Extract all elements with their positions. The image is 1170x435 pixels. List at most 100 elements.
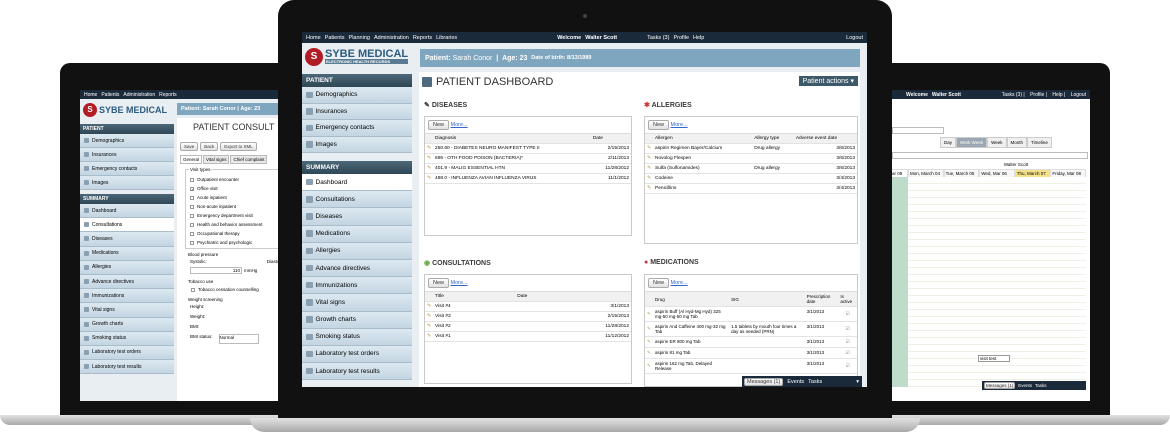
nav-planning[interactable]: Planning	[349, 35, 370, 41]
sidebar-item-emergency-contacts[interactable]: Emergency contacts	[302, 120, 412, 137]
sidebar-item-label: Advance directives	[315, 264, 371, 272]
table-row[interactable]: ✎ aspirin 162 mg Tab, Delayed Release 3/1/…	[645, 358, 857, 374]
table-row[interactable]: ✎ 695 - OTH FOOD POISON (BACTERIA)* 2/11/2…	[425, 153, 631, 164]
table-row[interactable]: ✎ Visit #2 11/28/2012	[425, 321, 631, 332]
table-row[interactable]: ✎ Sulfa (Sulfonamides) Drug allergy 3/6/201…	[645, 163, 857, 174]
table-row[interactable]: ✎ Visit #4 3/1/2013	[425, 301, 631, 312]
nav-patients[interactable]: Patients	[325, 35, 345, 41]
is-active-checkbox[interactable]: ☑	[838, 336, 857, 348]
nav-profile[interactable]: Profile	[673, 35, 689, 41]
edit-icon[interactable]: ✎	[645, 173, 654, 184]
column-header[interactable]: Allergy type	[752, 134, 794, 144]
edit-icon[interactable]: ✎	[425, 311, 434, 322]
nav-home[interactable]: Home	[306, 35, 321, 41]
diseases-more-link[interactable]: More...	[451, 122, 468, 128]
sidebar-item-immunizations[interactable]: Immunizations	[302, 277, 412, 295]
sidebar-item-medications[interactable]: Medications	[302, 225, 412, 243]
medications-more-link[interactable]: More...	[671, 280, 688, 286]
consultations-new-button[interactable]: New	[428, 278, 450, 288]
message-bar-collapse-icon[interactable]: ▾	[856, 379, 859, 385]
demographics-icon	[306, 91, 313, 98]
column-header[interactable]: SIG	[729, 292, 805, 307]
tasks-tab[interactable]: Tasks	[808, 379, 822, 385]
column-header[interactable]: Diagnosis	[433, 134, 591, 144]
table-row[interactable]: ✎ Codeine 3/4/2013	[645, 173, 857, 184]
center-sidebar: PATIENT Demographics Insurances Emergency …	[302, 74, 412, 381]
sidebar-item-images[interactable]: Images	[302, 136, 412, 153]
nav-libraries[interactable]: Libraries	[436, 35, 457, 41]
edit-icon[interactable]: ✎	[645, 358, 653, 374]
edit-icon[interactable]: ✎	[425, 173, 434, 184]
column-header[interactable]: Drug	[653, 292, 730, 307]
column-header[interactable]: Is active	[838, 292, 857, 307]
nav-reports[interactable]: Reports	[413, 35, 432, 41]
edit-icon[interactable]: ✎	[645, 347, 653, 359]
table-row[interactable]: ✎ Penicillins 3/4/2013	[645, 183, 857, 194]
column-header[interactable]: Title	[433, 292, 516, 302]
events-tab[interactable]: Events	[787, 379, 804, 385]
table-row[interactable]: ✎ aspirin Buff (Al Hyd-Mg Hyd) 325 mg-50 …	[645, 306, 857, 322]
table-cell: aspirin And Caffeine 400 mg-32 mg Tab	[653, 321, 730, 337]
sidebar-patient-header[interactable]: PATIENT	[302, 74, 412, 87]
allergies-more-link[interactable]: More...	[671, 122, 688, 128]
sidebar-item-vital-signs[interactable]: Vital signs	[302, 294, 412, 312]
edit-icon[interactable]: ✎	[645, 163, 654, 174]
diseases-box: New More... Diagnosis Date ✎ 250.60 - DIABE…	[424, 116, 632, 236]
sidebar-item-laboratory-test-results[interactable]: Laboratory test results	[302, 363, 412, 381]
edit-icon[interactable]: ✎	[645, 183, 654, 194]
edit-icon[interactable]: ✎	[645, 306, 653, 322]
column-header[interactable]: Adverse event date	[793, 134, 857, 144]
table-row[interactable]: ✎ Visit #3 2/15/2013	[425, 311, 631, 322]
allergies-new-button[interactable]: New	[648, 120, 670, 130]
nav-tasks[interactable]: Tasks (3)	[647, 35, 669, 41]
column-header[interactable]: Date	[590, 134, 631, 144]
sidebar-item-dashboard[interactable]: Dashboard	[302, 174, 412, 192]
table-row[interactable]: ✎ Visit #1 11/12/2012	[425, 331, 631, 342]
column-header[interactable]: Prescription date	[804, 292, 839, 307]
edit-icon[interactable]: ✎	[425, 321, 434, 332]
edit-icon[interactable]: ✎	[425, 301, 434, 312]
nav-administration[interactable]: Administration	[374, 35, 409, 41]
table-cell: 401.9 - MALIG ESSENTIAL HTN	[433, 163, 591, 174]
edit-icon[interactable]: ✎	[425, 153, 434, 164]
is-active-checkbox[interactable]: ☑	[838, 358, 857, 374]
sidebar-summary-header[interactable]: SUMMARY	[302, 161, 412, 174]
diseases-new-button[interactable]: New	[428, 120, 450, 130]
table-row[interactable]: ✎ aspirin ER 800 mg Tab 3/1/2013 ☑	[645, 336, 857, 348]
sidebar-item-smoking-status[interactable]: Smoking status	[302, 328, 412, 346]
table-row[interactable]: ✎ aspirin Regimen Bayer/Calcium Drug aller…	[645, 143, 857, 154]
patient-actions-button[interactable]: Patient actions ▾	[798, 76, 858, 86]
messages-tab[interactable]: Messages (1)	[744, 377, 784, 386]
sidebar-item-allergies[interactable]: Allergies	[302, 242, 412, 260]
sidebar-item-laboratory-test-orders[interactable]: Laboratory test orders	[302, 345, 412, 364]
table-row[interactable]: ✎ 401.9 - MALIG ESSENTIAL HTN 11/28/2012	[425, 163, 631, 174]
column-header[interactable]: Date	[515, 292, 631, 302]
is-active-checkbox[interactable]: ☑	[838, 321, 857, 337]
column-header[interactable]: Allergen	[653, 134, 753, 144]
nav-logout[interactable]: Logout	[846, 35, 863, 41]
edit-icon[interactable]: ✎	[645, 336, 653, 348]
edit-icon[interactable]: ✎	[645, 153, 654, 164]
sidebar-item-diseases[interactable]: Diseases	[302, 208, 412, 226]
edit-icon[interactable]: ✎	[425, 143, 434, 154]
sidebar-item-advance-directives[interactable]: Advance directives	[302, 259, 412, 278]
sidebar-item-consultations[interactable]: Consultations	[302, 191, 412, 209]
table-row[interactable]: ✎ aspirin 81 mg Tab 3/1/2013 ☑	[645, 347, 857, 359]
table-row[interactable]: ✎ 488.0 - INFLUENZA AVIAN INFLUENZA VIRUS…	[425, 173, 631, 184]
table-row[interactable]: ✎ aspirin And Caffeine 400 mg-32 mg Tab 1.…	[645, 321, 857, 337]
sidebar-item-growth-charts[interactable]: Growth charts	[302, 311, 412, 329]
sidebar-item-insurances[interactable]: Insurances	[302, 103, 412, 120]
edit-icon[interactable]: ✎	[645, 143, 654, 154]
edit-icon[interactable]: ✎	[425, 163, 434, 174]
is-active-checkbox[interactable]: ☑	[838, 306, 857, 322]
is-active-checkbox[interactable]: ☑	[838, 347, 857, 359]
edit-icon[interactable]: ✎	[645, 321, 653, 337]
consultations-more-link[interactable]: More...	[451, 280, 468, 286]
laboratory-test-results-icon	[306, 367, 313, 375]
edit-icon[interactable]: ✎	[425, 331, 434, 342]
medications-new-button[interactable]: New	[648, 278, 670, 288]
nav-help[interactable]: Help	[693, 35, 704, 41]
table-row[interactable]: ✎ 250.60 - DIABETES NEURO MANIFEST TYPE I…	[425, 143, 631, 154]
sidebar-item-demographics[interactable]: Demographics	[302, 87, 412, 104]
table-row[interactable]: ✎ Novolog Flexpen 3/6/2013	[645, 153, 857, 164]
